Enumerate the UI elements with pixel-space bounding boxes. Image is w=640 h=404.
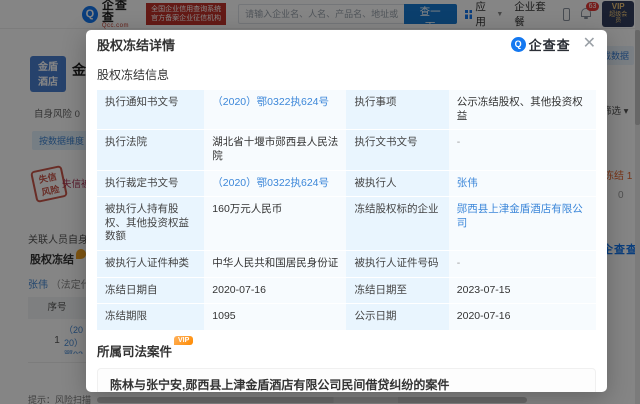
judicial-case-card: 陈林与张宁安,郧西县上津金盾酒店有限公司民间借贷纠纷的案件 执行案件 民事案件 … bbox=[97, 368, 596, 392]
field-value: 160万元人民币 bbox=[204, 197, 346, 251]
field-label: 执行事项 bbox=[346, 90, 448, 130]
field-label: 冻结股权标的企业 bbox=[346, 197, 448, 251]
field-value: 1095 bbox=[204, 304, 346, 331]
field-label: 被执行人 bbox=[346, 171, 448, 198]
field-value: - bbox=[449, 130, 596, 170]
field-label: 执行文书文号 bbox=[346, 130, 448, 170]
modal-title: 股权冻结详情 bbox=[97, 35, 175, 54]
field-value: 公示冻结股权、其他投资权益 bbox=[449, 90, 596, 130]
field-label: 冻结日期自 bbox=[97, 278, 204, 305]
modal-brand: Q 企查查 bbox=[511, 35, 571, 54]
section-title-freeze-info: 股权冻结信息 bbox=[97, 66, 596, 83]
field-value: 湖北省十堰市郧西县人民法院 bbox=[204, 130, 346, 170]
close-icon[interactable]: ✕ bbox=[583, 36, 596, 52]
freeze-info-table: 执行通知书文号 （2020）鄂0322执624号 执行事项 公示冻结股权、其他投… bbox=[97, 90, 596, 331]
field-value: 2023-07-15 bbox=[449, 278, 596, 305]
field-value-link[interactable]: 郧西县上津金盾酒店有限公司 bbox=[449, 197, 596, 251]
field-label: 被执行人证件号码 bbox=[346, 251, 448, 278]
field-label: 执行通知书文号 bbox=[97, 90, 204, 130]
field-value: 中华人民共和国居民身份证 bbox=[204, 251, 346, 278]
field-label: 执行裁定书文号 bbox=[97, 171, 204, 198]
field-label: 冻结日期至 bbox=[346, 278, 448, 305]
field-label: 被执行人证件种类 bbox=[97, 251, 204, 278]
field-value: 2020-07-16 bbox=[449, 304, 596, 331]
vip-badge: VIP bbox=[174, 336, 193, 345]
field-value-link[interactable]: （2020）鄂0322执624号 bbox=[204, 90, 346, 130]
equity-freeze-detail-modal: 股权冻结详情 Q 企查查 ✕ 股权冻结信息 执行通知书文号 （2020）鄂032… bbox=[86, 30, 607, 392]
field-value-link[interactable]: （2020）鄂0322执624号 bbox=[204, 171, 346, 198]
qcc-logo-icon: Q bbox=[511, 37, 526, 52]
field-label: 被执行人持有股权、其他投资权益数额 bbox=[97, 197, 204, 251]
field-value: 2020-07-16 bbox=[204, 278, 346, 305]
field-value: - bbox=[449, 251, 596, 278]
case-title: 陈林与张宁安,郧西县上津金盾酒店有限公司民间借贷纠纷的案件 bbox=[110, 378, 573, 392]
field-label: 执行法院 bbox=[97, 130, 204, 170]
field-label: 公示日期 bbox=[346, 304, 448, 331]
field-value-link[interactable]: 张伟 bbox=[449, 171, 596, 198]
section-title-judicial-cases: 所属司法案件 bbox=[97, 341, 172, 360]
field-label: 冻结期限 bbox=[97, 304, 204, 331]
